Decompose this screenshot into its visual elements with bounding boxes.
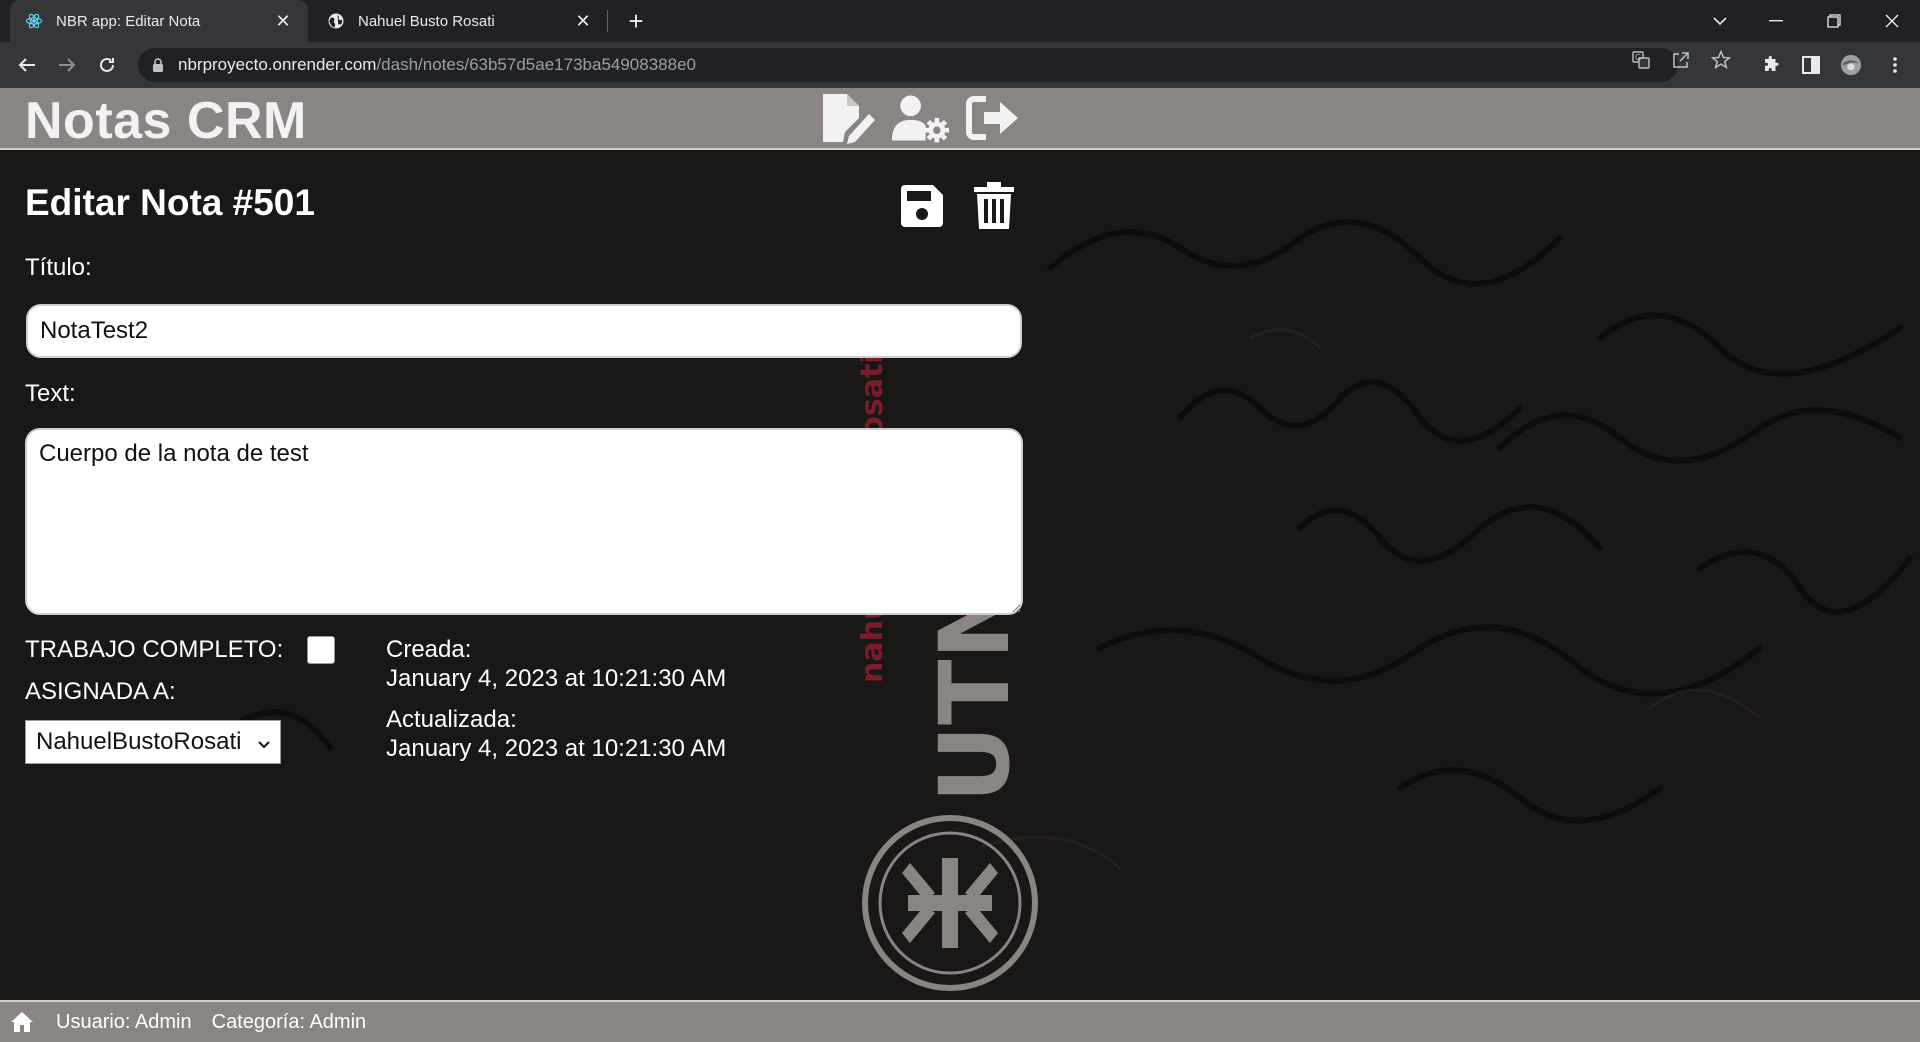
reload-icon[interactable] bbox=[92, 50, 122, 80]
footer-category: Categoría: Admin bbox=[211, 1010, 367, 1033]
trash-icon[interactable] bbox=[968, 180, 1020, 232]
browser-tabstrip: NBR app: Editar Nota ✕ Nahuel Busto Rosa… bbox=[0, 0, 1920, 42]
url-text: nbrproyecto.onrender.com/dash/notes/63b5… bbox=[178, 55, 696, 75]
tab-title: Nahuel Busto Rosati bbox=[358, 12, 495, 30]
user-settings-icon[interactable] bbox=[890, 92, 950, 144]
close-tab-icon[interactable]: ✕ bbox=[572, 10, 594, 32]
back-arrow-icon[interactable] bbox=[12, 50, 42, 80]
globe-icon bbox=[326, 11, 346, 31]
app-brand[interactable]: Notas CRM bbox=[25, 91, 307, 151]
react-icon bbox=[24, 11, 44, 31]
edit-note-icon[interactable] bbox=[818, 92, 878, 144]
assigned-user-value: NahuelBustoRosati bbox=[36, 728, 242, 755]
restore-icon[interactable] bbox=[1806, 0, 1862, 42]
new-tab-button[interactable]: + bbox=[622, 7, 650, 35]
share-icon[interactable] bbox=[1670, 49, 1692, 71]
text-textarea[interactable]: Cuerpo de la nota de test bbox=[25, 428, 1023, 615]
tab-nahuel-busto-rosati[interactable]: Nahuel Busto Rosati ✕ bbox=[312, 0, 608, 42]
created-label: Creada: bbox=[386, 636, 472, 663]
updated-label: Actualizada: bbox=[386, 706, 517, 733]
form-title: Editar Nota #501 bbox=[25, 182, 315, 223]
tab-editar-nota[interactable]: NBR app: Editar Nota ✕ bbox=[10, 0, 308, 42]
svg-text:G: G bbox=[1635, 53, 1641, 62]
logout-icon[interactable] bbox=[964, 92, 1024, 144]
url-path: /dash/notes/63b57d5ae173ba54908388e0 bbox=[376, 55, 696, 74]
home-icon[interactable] bbox=[10, 1009, 36, 1035]
browser-toolbar: nbrproyecto.onrender.com/dash/notes/63b5… bbox=[0, 42, 1920, 88]
created-value: January 4, 2023 at 10:21:30 AM bbox=[386, 665, 727, 692]
completed-checkbox[interactable] bbox=[307, 636, 335, 664]
tab-title: NBR app: Editar Nota bbox=[56, 12, 201, 30]
assigned-label: ASIGNADA A: bbox=[25, 678, 176, 705]
minimize-icon[interactable] bbox=[1748, 0, 1804, 42]
updated-value: January 4, 2023 at 10:21:30 AM bbox=[386, 735, 727, 762]
close-tab-icon[interactable]: ✕ bbox=[272, 10, 294, 32]
titulo-label: Título: bbox=[25, 254, 92, 281]
chevron-down-icon bbox=[258, 728, 270, 756]
app-header: Notas CRM bbox=[0, 88, 1920, 150]
footer-user: Usuario: Admin bbox=[56, 1010, 192, 1033]
lock-icon[interactable] bbox=[152, 57, 168, 73]
url-host: nbrproyecto.onrender.com bbox=[178, 55, 377, 74]
tab-separator bbox=[607, 10, 608, 32]
completed-label: TRABAJO COMPLETO: bbox=[25, 636, 284, 663]
extensions-puzzle-icon[interactable] bbox=[1760, 54, 1782, 76]
assigned-user-select[interactable]: NahuelBustoRosati bbox=[25, 720, 281, 764]
address-bar[interactable]: nbrproyecto.onrender.com/dash/notes/63b5… bbox=[138, 48, 1678, 82]
text-label: Text: bbox=[25, 380, 76, 407]
side-panel-icon[interactable] bbox=[1800, 54, 1822, 76]
app-footer: Usuario: Admin Categoría: Admin bbox=[0, 1000, 1920, 1042]
bookmark-star-icon[interactable] bbox=[1710, 49, 1732, 71]
tab-search-chevron-icon[interactable] bbox=[1692, 0, 1748, 42]
translate-icon[interactable]: G bbox=[1630, 49, 1652, 71]
close-window-icon[interactable] bbox=[1864, 0, 1920, 42]
save-icon[interactable] bbox=[896, 180, 948, 232]
forward-arrow-icon[interactable] bbox=[52, 50, 82, 80]
chrome-menu-icon[interactable] bbox=[1884, 54, 1906, 76]
app-viewport: nahuel busto rosati UTN BR Notas CRM bbox=[0, 88, 1920, 1042]
titulo-input[interactable] bbox=[26, 304, 1022, 358]
profile-avatar[interactable] bbox=[1840, 54, 1862, 76]
